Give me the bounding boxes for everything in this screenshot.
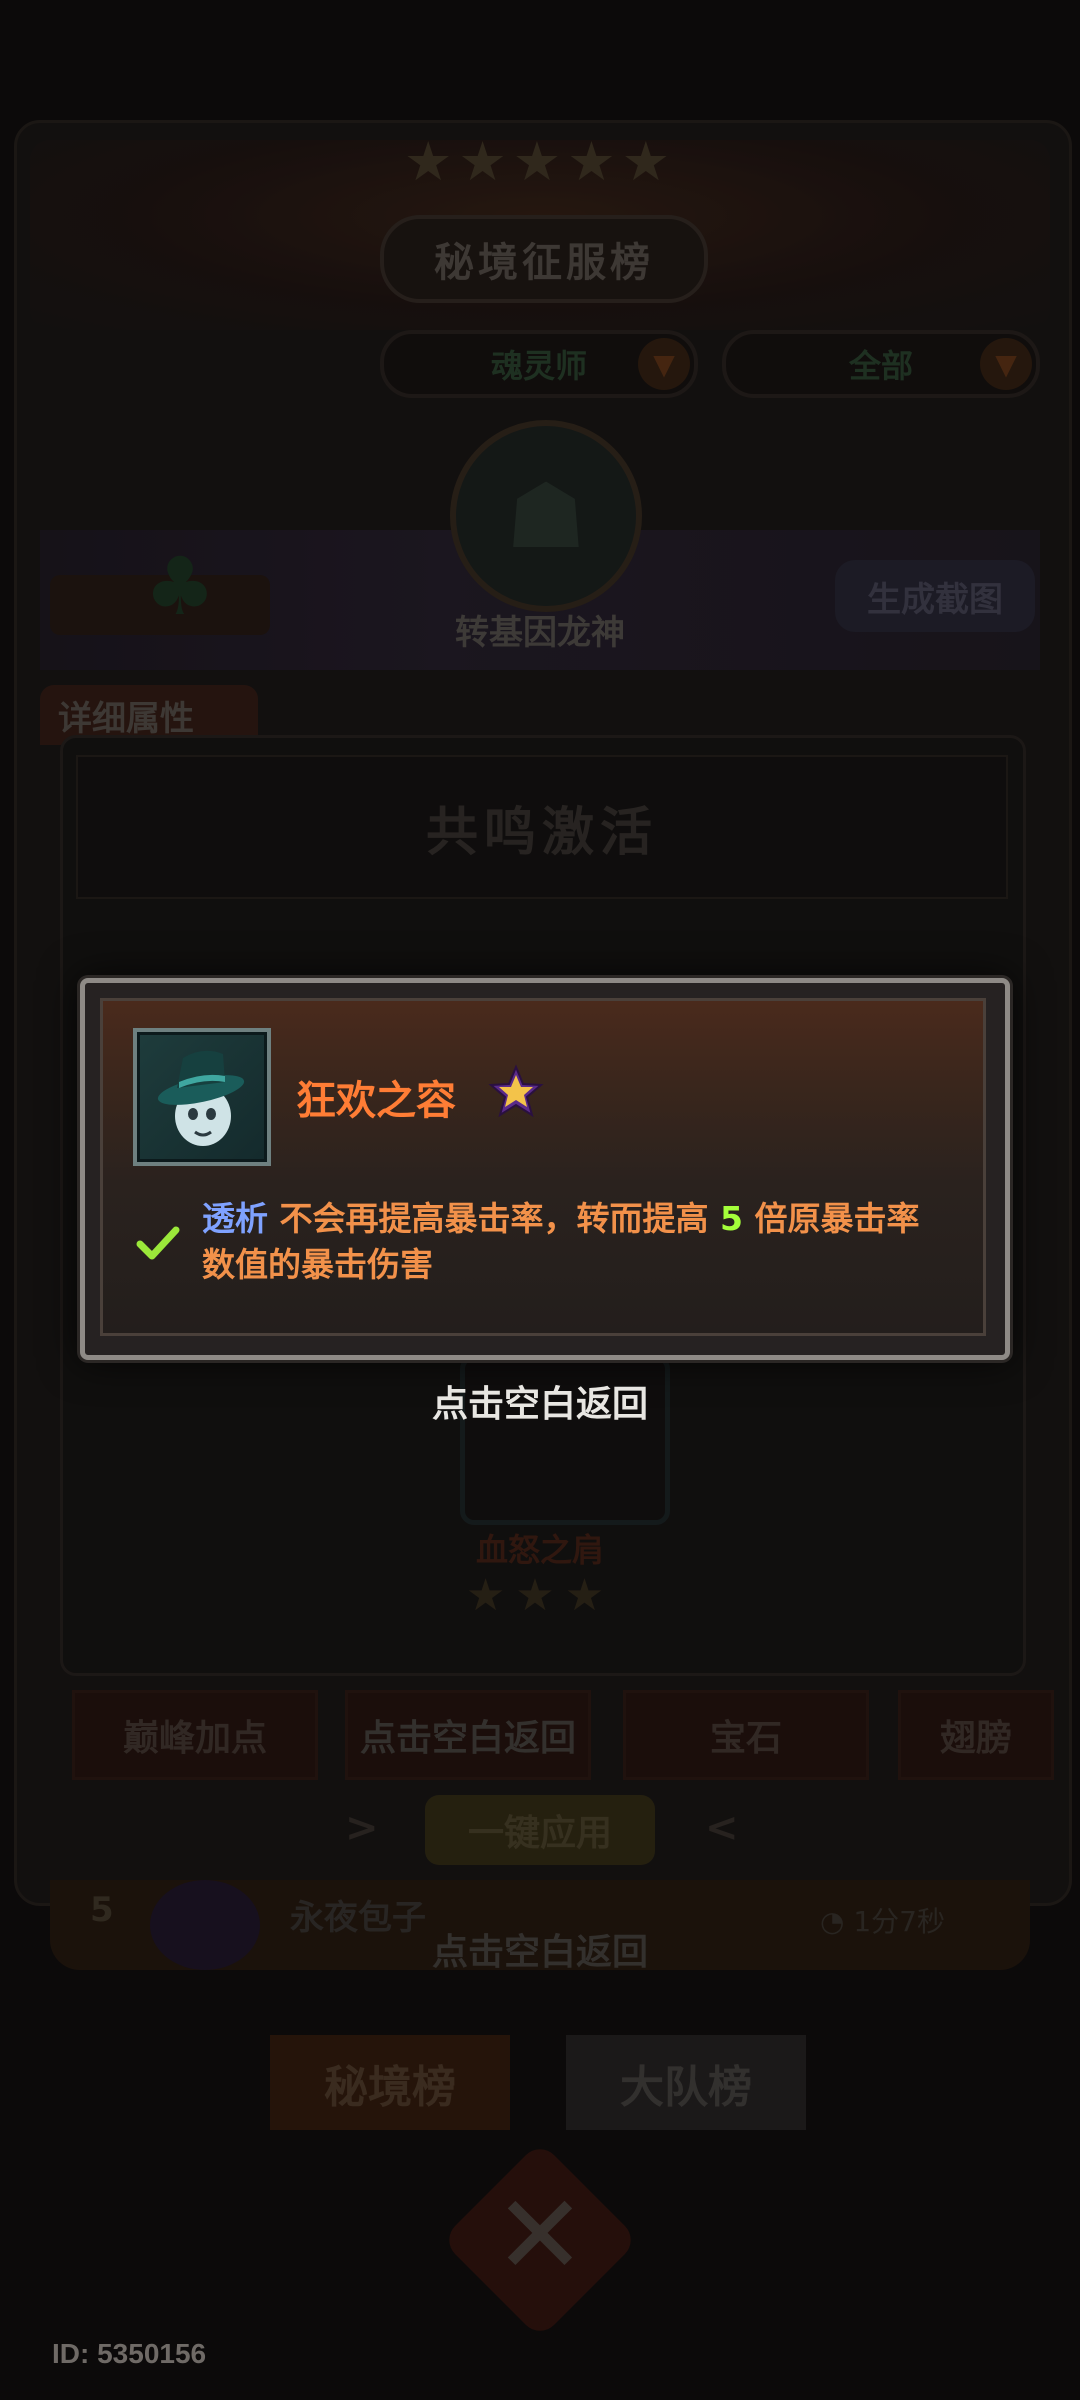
hat-item-icon-art (157, 1050, 245, 1146)
user-id: ID: 5350156 (52, 2338, 207, 2369)
desc-number: 5 (719, 1199, 743, 1238)
item-description: 透析 不会再提高暴击率，转而提高 5 倍原暴击率数值的暴击伤害 (202, 1196, 942, 1288)
check-icon-art (136, 1226, 180, 1260)
desc-text-a: 不会再提高暴击率，转而提高 (268, 1199, 720, 1238)
star-rank-icon-art (488, 1064, 544, 1118)
check-icon (134, 1218, 182, 1266)
star-rank-icon (488, 1064, 544, 1120)
desc-keyword: 透析 (202, 1199, 268, 1238)
hat-item-icon (133, 1028, 271, 1166)
tap-to-return-hint: 点击空白返回 (431, 1384, 648, 1425)
item-name: 狂欢之容 (296, 1078, 456, 1124)
